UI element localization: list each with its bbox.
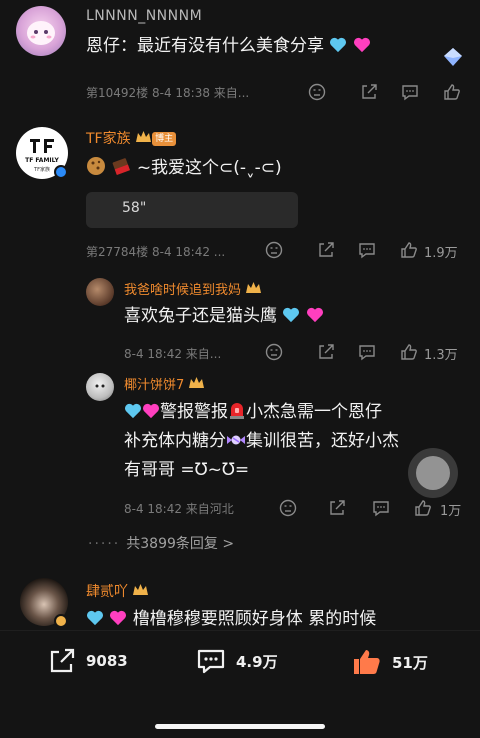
cookie-icon	[86, 156, 106, 176]
candy-icon	[226, 429, 246, 445]
comment-icon[interactable]	[358, 343, 376, 361]
comment-button[interactable]: 4.9万	[196, 647, 278, 675]
reply-text: 喜欢兔子还是猫头鹰	[124, 302, 324, 331]
dislike-icon[interactable]	[265, 241, 283, 259]
home-indicator[interactable]	[155, 724, 325, 729]
crown-icon	[132, 583, 149, 597]
comment-meta: 第10492楼 8-4 18:38 来自...	[86, 86, 250, 100]
like-count: 1.9万	[424, 246, 458, 261]
share-icon	[50, 648, 75, 673]
like-icon[interactable]	[443, 83, 461, 101]
comment-icon	[197, 649, 225, 674]
dislike-icon[interactable]	[279, 499, 297, 517]
comment-text: 恩仔：最近有没有什么美食分享	[86, 32, 371, 61]
host-badge: 博主	[152, 132, 177, 146]
crown-icon	[135, 130, 152, 144]
crown-icon	[245, 281, 262, 295]
share-button[interactable]: 9083	[48, 647, 128, 675]
blue-heart-icon	[282, 307, 300, 323]
like-icon[interactable]	[414, 499, 432, 517]
comment-icon[interactable]	[372, 499, 390, 517]
share-icon[interactable]	[317, 343, 335, 361]
comment-icon[interactable]	[358, 241, 376, 259]
diamond-icon	[440, 46, 466, 68]
pink-heart-icon	[353, 37, 371, 53]
like-button[interactable]: 51万	[352, 647, 428, 677]
comment-username[interactable]: TF家族 博主	[86, 128, 177, 148]
floating-assist-button[interactable]	[408, 448, 458, 498]
avatar[interactable]	[86, 278, 114, 306]
reply-username[interactable]: 椰汁饼饼7	[124, 374, 205, 393]
comment-text: ~我爱这个⊂(-ˬ-⊂)	[86, 154, 282, 183]
comment-username[interactable]: 肆贰吖	[86, 581, 149, 601]
blue-heart-icon	[329, 37, 347, 53]
share-icon[interactable]	[360, 83, 378, 101]
reply-meta: 8-4 18:42 来自河北	[124, 502, 234, 516]
crown-icon	[188, 376, 205, 390]
dislike-icon[interactable]	[308, 83, 326, 101]
siren-icon	[228, 400, 246, 420]
blue-heart-icon	[124, 403, 142, 419]
blue-heart-icon	[86, 610, 104, 626]
like-icon[interactable]	[400, 241, 418, 259]
pink-heart-icon	[142, 403, 160, 419]
reply-meta: 8-4 18:42 来自...	[124, 347, 222, 361]
voice-quote[interactable]: 58"	[86, 192, 298, 228]
reply-username[interactable]: 我爸啥时候追到我妈	[124, 279, 262, 298]
bottom-action-bar: 9083 4.9万 51万	[0, 630, 480, 738]
share-icon[interactable]	[317, 241, 335, 259]
verified-badge	[54, 614, 68, 628]
comment-username[interactable]: LNNNN_NNNNM	[86, 8, 202, 24]
like-count: 1.3万	[424, 348, 458, 363]
comment-icon[interactable]	[401, 83, 419, 101]
pink-heart-icon	[109, 610, 127, 626]
like-icon	[354, 650, 380, 674]
chocolate-icon	[111, 156, 131, 176]
share-icon[interactable]	[328, 499, 346, 517]
avatar-text: TF FAMILY	[25, 157, 59, 164]
more-replies-link[interactable]: ····· 共3899条回复 >	[88, 533, 234, 553]
like-icon[interactable]	[400, 343, 418, 361]
like-count: 1万	[440, 504, 462, 519]
verified-badge	[54, 165, 68, 179]
dislike-icon[interactable]	[265, 343, 283, 361]
comment-meta: 第27784楼 8-4 18:42 ...	[86, 245, 226, 259]
avatar[interactable]	[16, 6, 66, 56]
avatar[interactable]	[86, 373, 114, 401]
pink-heart-icon	[306, 307, 324, 323]
